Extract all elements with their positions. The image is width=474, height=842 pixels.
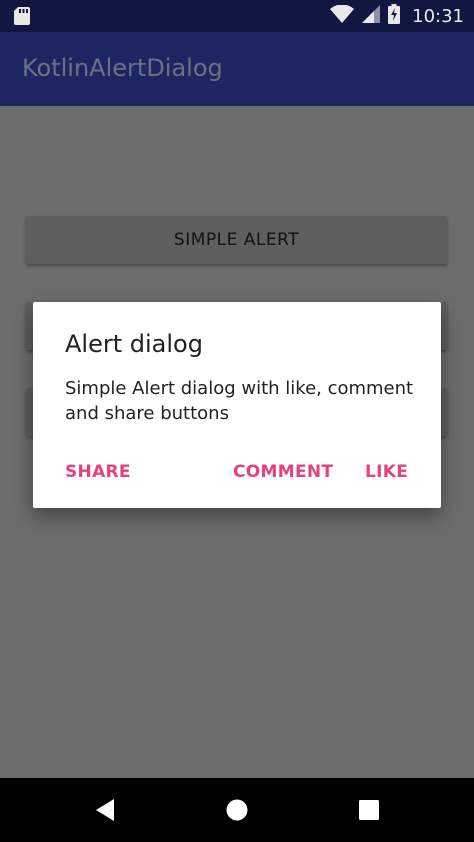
sd-card-icon [14, 7, 30, 29]
battery-charging-icon [388, 4, 401, 28]
share-button[interactable]: SHARE [65, 462, 131, 482]
recents-icon[interactable] [359, 798, 379, 826]
comment-button[interactable]: COMMENT [233, 462, 333, 482]
back-icon[interactable] [94, 798, 116, 826]
wifi-icon [330, 4, 355, 27]
home-icon[interactable] [226, 798, 248, 826]
like-button[interactable]: LIKE [365, 462, 408, 482]
status-bar: 10:31 [0, 0, 474, 32]
signal-icon [362, 5, 381, 27]
status-time: 10:31 [412, 5, 464, 27]
navigation-bar [0, 778, 474, 842]
app-title: KotlinAlertDialog [22, 54, 223, 82]
app-bar: KotlinAlertDialog [0, 32, 474, 106]
alert-dialog: Alert dialog Simple Alert dialog with li… [33, 302, 441, 508]
dialog-message: Simple Alert dialog with like, comment a… [65, 378, 414, 424]
simple-alert-button[interactable]: SIMPLE ALERT [26, 216, 447, 264]
dialog-title: Alert dialog [65, 330, 203, 358]
